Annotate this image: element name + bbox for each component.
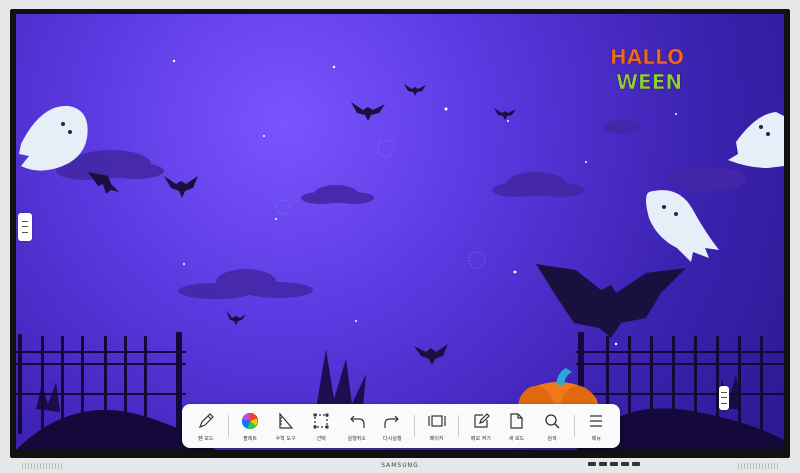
toolbar-divider xyxy=(227,415,229,437)
palette-icon xyxy=(240,411,260,431)
pen-icon xyxy=(196,411,216,431)
redo-icon xyxy=(382,411,402,431)
select-label: 선택 xyxy=(316,435,326,442)
math-tools-button[interactable]: 수학 도구 xyxy=(268,404,304,448)
brand-logo: SAMSUNG xyxy=(381,462,419,469)
search-icon xyxy=(542,411,562,431)
toolbar-divider xyxy=(458,415,460,437)
palette-label: 팔레트 xyxy=(243,435,258,442)
pen-mode-button[interactable]: 펜 모드 xyxy=(188,404,224,448)
math-tools-label: 수학 도구 xyxy=(275,435,296,442)
bottom-toolbar: 펜 모드 팔레트 수학 도구 선택 실행취소 다시실행 페이지 메모 켜기 새 … xyxy=(182,404,620,448)
halloween-background: HALLO WEEN xyxy=(16,45,784,450)
logo-line-1: HALLO xyxy=(610,45,684,69)
search-label: 검색 xyxy=(547,435,557,442)
menu-button[interactable]: 메뉴 xyxy=(579,404,615,448)
undo-label: 실행취소 xyxy=(347,435,366,442)
display-device: HALLO WEEN 펜 모드 팔레트 수학 도구 선택 실행취소 다시실행 페… xyxy=(0,0,800,473)
left-sidebar-handle[interactable] xyxy=(18,213,32,241)
page-label: 페이지 xyxy=(429,435,444,442)
new-board-label: 새 보드 xyxy=(508,435,525,442)
pen-mode-label: 펜 모드 xyxy=(198,435,214,442)
logo-line-2: WEEN xyxy=(616,70,682,94)
toolbar-divider xyxy=(573,415,575,437)
new-board-button[interactable]: 새 보드 xyxy=(499,404,535,448)
memo-label: 메모 켜기 xyxy=(470,435,491,442)
undo-icon xyxy=(347,411,367,431)
select-icon xyxy=(311,411,331,431)
whiteboard-canvas[interactable]: HALLO WEEN xyxy=(16,14,784,450)
toolbar-divider xyxy=(414,415,415,437)
halloween-logo: HALLO WEEN xyxy=(610,45,685,95)
palette-button[interactable]: 팔레트 xyxy=(232,404,268,448)
undo-button[interactable]: 실행취소 xyxy=(339,404,375,448)
memo-button[interactable]: 메모 켜기 xyxy=(463,404,499,448)
document-icon xyxy=(506,411,526,431)
menu-icon xyxy=(586,411,606,431)
ruler-icon xyxy=(276,411,296,431)
right-sidebar-handle[interactable] xyxy=(719,386,729,410)
front-ports xyxy=(588,462,640,466)
menu-label: 메뉴 xyxy=(591,435,601,442)
search-button[interactable]: 검색 xyxy=(534,404,570,448)
select-button[interactable]: 선택 xyxy=(303,404,339,448)
redo-button[interactable]: 다시실행 xyxy=(374,404,410,448)
page-icon xyxy=(427,411,447,431)
memo-icon xyxy=(471,411,491,431)
page-button[interactable]: 페이지 xyxy=(419,404,455,448)
redo-label: 다시실행 xyxy=(383,435,402,442)
